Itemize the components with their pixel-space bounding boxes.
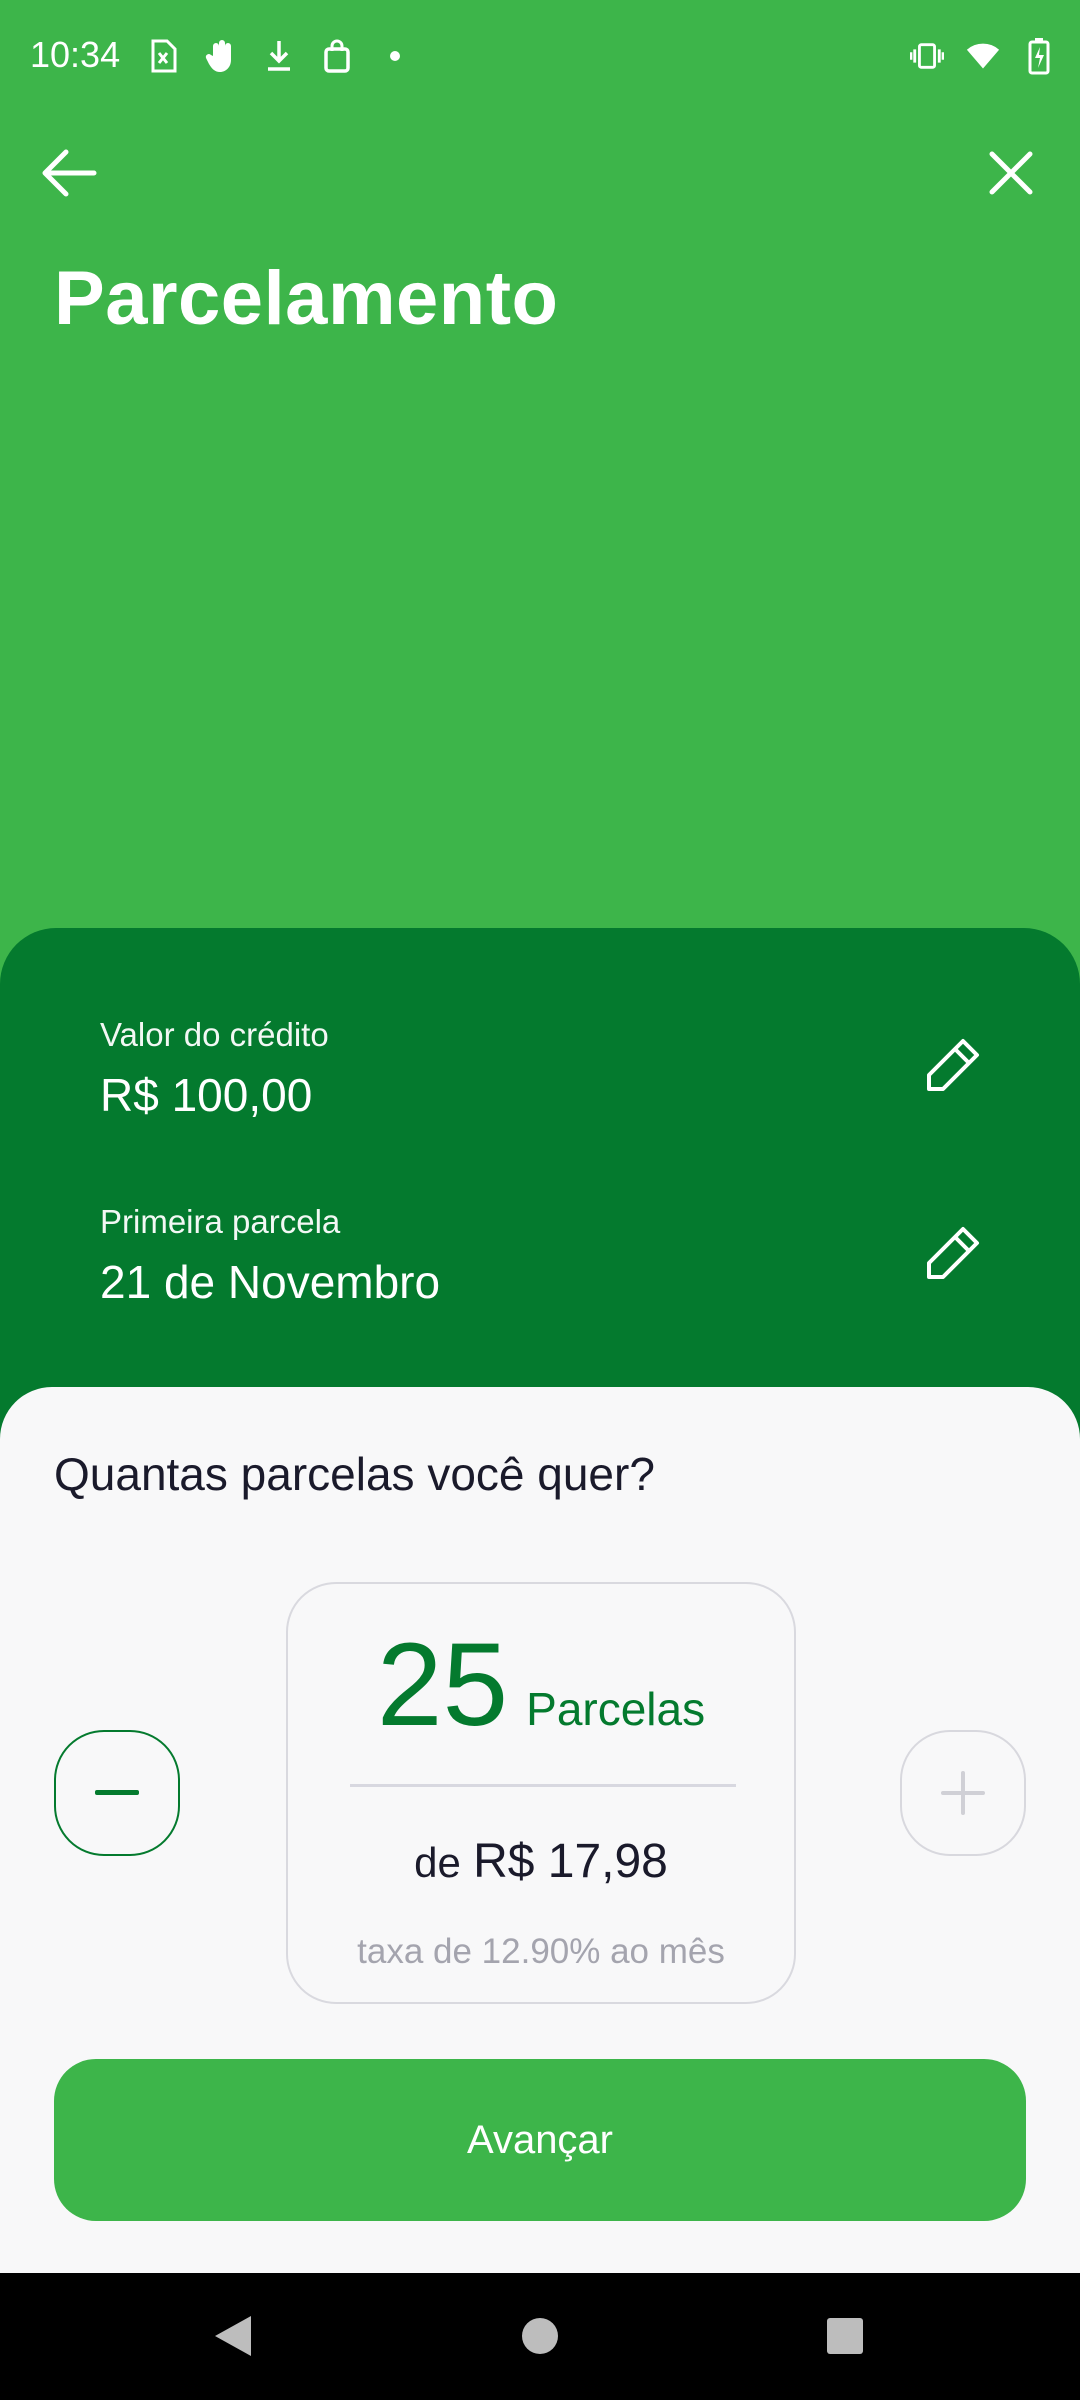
advance-button[interactable]: Avançar — [54, 2059, 1026, 2221]
dot-icon — [378, 36, 412, 76]
system-home-button[interactable] — [505, 2301, 575, 2371]
system-back-button[interactable] — [198, 2301, 268, 2371]
system-recents-button[interactable] — [810, 2301, 880, 2371]
close-icon — [989, 151, 1033, 195]
edit-credit-amount-button[interactable] — [916, 1030, 988, 1102]
installments-unit: Parcelas — [526, 1683, 706, 1735]
vibrate-icon — [910, 36, 944, 76]
page-title: Parcelamento — [54, 256, 559, 341]
first-installment-label: Primeira parcela — [100, 1203, 341, 1240]
credit-amount-label: Valor do crédito — [100, 1016, 329, 1053]
status-time: 10:34 — [30, 34, 121, 75]
shopping-bag-icon — [320, 36, 354, 76]
wifi-icon — [966, 36, 1000, 76]
first-installment-row: Primeira parcela 21 de Novembro — [100, 1203, 980, 1309]
decrease-installments-button[interactable] — [54, 1730, 180, 1856]
pencil-icon — [927, 1039, 979, 1091]
close-button[interactable] — [978, 140, 1044, 206]
system-nav-bar — [0, 2273, 1080, 2400]
increase-installments-button[interactable] — [900, 1730, 1026, 1856]
pencil-icon — [927, 1227, 979, 1279]
arrow-left-icon — [42, 149, 97, 197]
credit-amount-value: R$ 100,00 — [100, 1069, 313, 1121]
installments-count-group: 25 Parcelas — [288, 1626, 794, 1744]
back-button[interactable] — [36, 140, 102, 206]
installment-value-amount: R$ 17,98 — [473, 1835, 668, 1888]
installment-value: de R$ 17,98 — [288, 1834, 794, 1889]
status-bar: 10:34 — [0, 0, 1080, 116]
first-installment-value: 21 de Novembro — [100, 1256, 441, 1308]
download-icon — [262, 36, 296, 76]
status-system-icons — [910, 36, 1056, 76]
hand-gesture-icon — [204, 36, 238, 76]
installments-sheet: Quantas parcelas você quer? 25 Parcelas … — [0, 1387, 1080, 2273]
credit-info-panel: Valor do crédito R$ 100,00 Primeira parc… — [0, 928, 1080, 1448]
home-circle-icon — [522, 2318, 558, 2354]
installments-card: 25 Parcelas de R$ 17,98 taxa de 12.90% a… — [286, 1582, 796, 2004]
interest-rate: taxa de 12.90% ao mês — [357, 1932, 725, 1971]
edit-first-installment-button[interactable] — [916, 1218, 988, 1290]
installments-count: 25 — [376, 1619, 509, 1751]
battery-charging-icon — [1022, 36, 1056, 76]
credit-amount-row: Valor do crédito R$ 100,00 — [100, 1016, 980, 1122]
installments-question: Quantas parcelas você quer? — [54, 1448, 655, 1500]
installment-value-prefix: de — [414, 1839, 461, 1886]
status-notification-icons — [146, 36, 412, 76]
sim-alert-icon — [146, 36, 180, 76]
card-divider — [350, 1784, 736, 1787]
plus-icon — [941, 1771, 985, 1815]
back-triangle-icon — [215, 2316, 251, 2356]
minus-icon — [95, 1790, 139, 1795]
recents-square-icon — [827, 2318, 863, 2354]
